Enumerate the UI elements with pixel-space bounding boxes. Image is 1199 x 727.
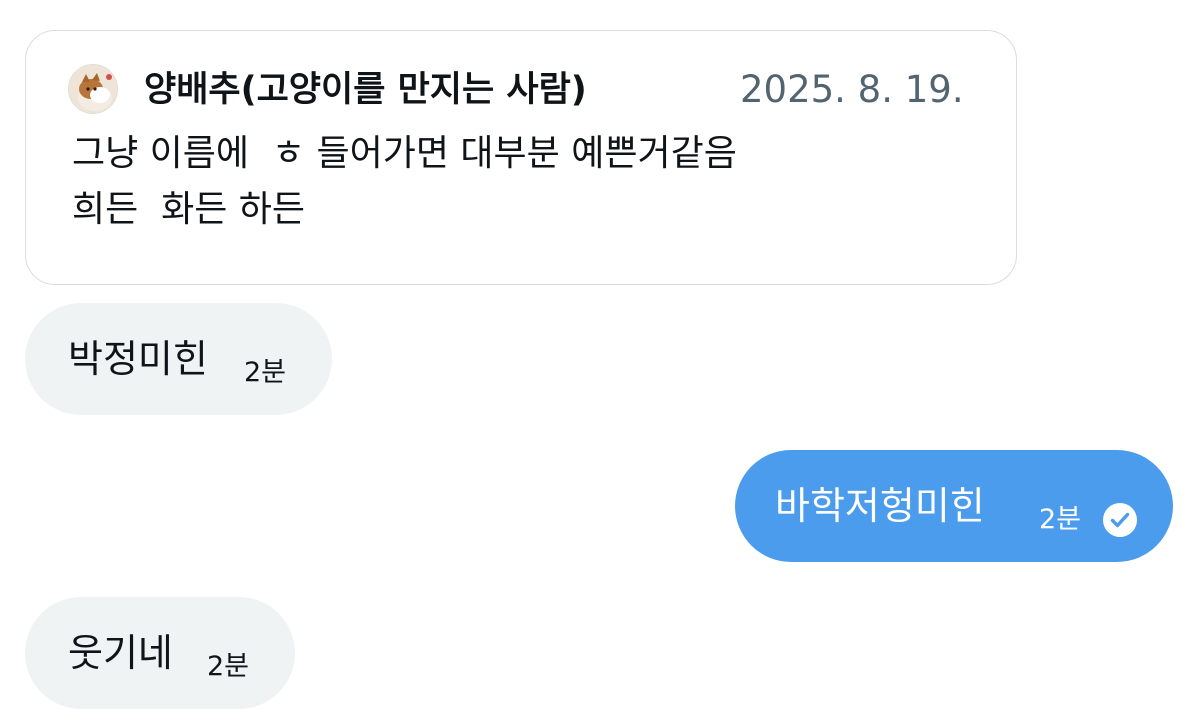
quote-date: 2025. 8. 19. (740, 68, 964, 111)
author-avatar[interactable] (68, 64, 118, 114)
message-bubble-incoming[interactable]: 웃기네 2분 (25, 597, 295, 709)
message-time: 2분 (1039, 504, 1082, 535)
message-time: 2분 (207, 651, 250, 682)
message-text: 바학저헝미힌 (775, 484, 985, 528)
message-time: 2분 (244, 357, 287, 388)
check-circle-icon (1103, 503, 1137, 537)
message-text: 웃기네 (68, 631, 173, 675)
message-bubble-incoming[interactable]: 박정미힌 2분 (25, 303, 332, 415)
quote-text-line-1: 그냥 이름에 ㅎ 들어가면 대부분 예쁜거같음 (72, 133, 737, 174)
quote-text-line-2: 희든 화든 하든 (72, 189, 306, 230)
quote-author-name[interactable]: 양배추(고양이를 만지는 사람) (144, 64, 587, 116)
cat-avatar-icon (69, 65, 117, 113)
message-text: 박정미힌 (68, 337, 208, 381)
message-bubble-outgoing[interactable]: 바학저헝미힌 2분 (735, 450, 1173, 562)
